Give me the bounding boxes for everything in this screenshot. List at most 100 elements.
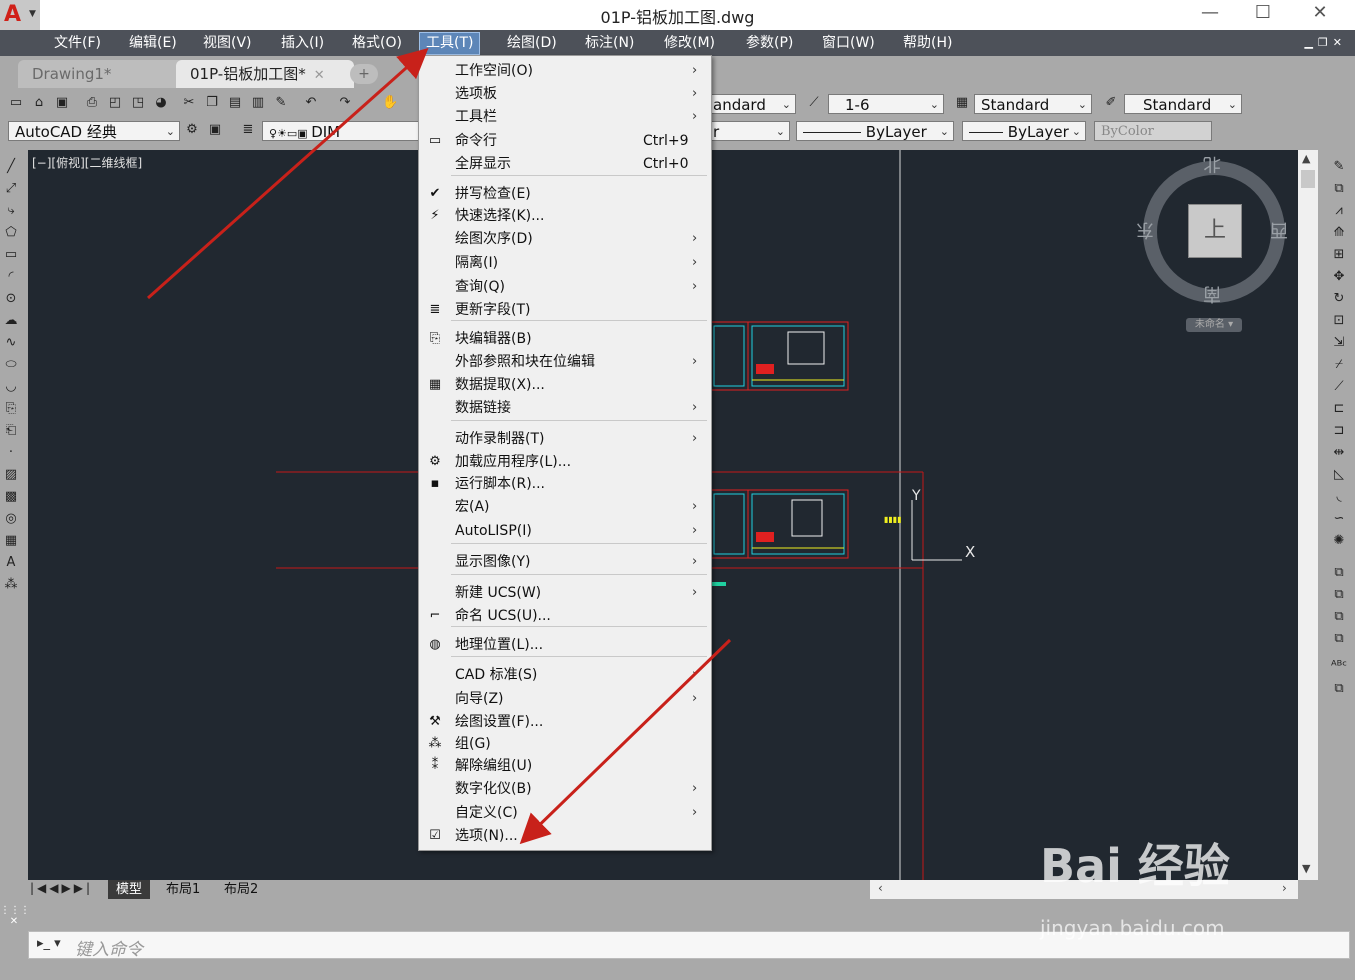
revision-cloud-icon[interactable]: ☁ bbox=[2, 312, 20, 330]
menu-tools[interactable]: 工具(T) bbox=[419, 32, 481, 55]
compass-south[interactable]: 南 bbox=[1203, 282, 1221, 308]
ellipse-arc-icon[interactable]: ◡ bbox=[2, 378, 20, 396]
vertical-scrollbar[interactable]: ▲ ▼ bbox=[1298, 150, 1318, 880]
menu-item[interactable]: ☑ 选项(N)... bbox=[419, 825, 711, 847]
menu-item[interactable]: ▦ 数据提取(X)... bbox=[419, 374, 711, 396]
scale-icon[interactable]: ⊡ bbox=[1330, 312, 1348, 330]
circle-icon[interactable]: ⊙ bbox=[2, 290, 20, 308]
arc-icon[interactable]: ◜ bbox=[2, 268, 20, 286]
pan-icon[interactable]: ✋ bbox=[382, 95, 398, 111]
send-back-icon[interactable]: ⧉ bbox=[1330, 586, 1348, 604]
text-front-icon[interactable]: ᴬᴮᶜ bbox=[1330, 658, 1348, 676]
menu-item[interactable]: 宏(A) › bbox=[419, 496, 711, 518]
table-icon[interactable]: ▦ bbox=[2, 532, 20, 550]
menu-item[interactable]: 工具栏 › bbox=[419, 106, 711, 128]
menu-item[interactable]: 绘图次序(D) › bbox=[419, 228, 711, 250]
extend-icon[interactable]: ⟋ bbox=[1330, 378, 1348, 396]
multileader-style-icon[interactable]: ✐ bbox=[1103, 95, 1119, 111]
spline-icon[interactable]: ∿ bbox=[2, 334, 20, 352]
close-button[interactable]: ✕ bbox=[1300, 2, 1340, 26]
point-icon[interactable]: · bbox=[2, 444, 20, 462]
menu-item[interactable]: 工作空间(O) › bbox=[419, 60, 711, 82]
ellipse-icon[interactable]: ⬭ bbox=[2, 356, 20, 374]
move-icon[interactable]: ✥ bbox=[1330, 268, 1348, 286]
explode-icon[interactable]: ✺ bbox=[1330, 532, 1348, 550]
polygon-icon[interactable]: ⬠ bbox=[2, 224, 20, 242]
menu-item[interactable]: ▭ 命令行 Ctrl+9 bbox=[419, 130, 711, 152]
tab-layout1[interactable]: 布局1 bbox=[158, 880, 208, 899]
fillet-icon[interactable]: ◟ bbox=[1330, 488, 1348, 506]
menu-item[interactable]: 向导(Z) › bbox=[419, 688, 711, 710]
menu-format[interactable]: 格式(O) bbox=[346, 33, 408, 54]
bring-above-icon[interactable]: ⧉ bbox=[1330, 608, 1348, 626]
mirror-icon[interactable]: ⩘ bbox=[1330, 202, 1348, 220]
offset-icon[interactable]: ⟰ bbox=[1330, 224, 1348, 242]
menu-item[interactable]: ≣ 更新字段(T) bbox=[419, 299, 711, 321]
rectangle-icon[interactable]: ▭ bbox=[2, 246, 20, 264]
break-icon[interactable]: ⊐ bbox=[1330, 422, 1348, 440]
scroll-down-icon[interactable]: ▼ bbox=[1302, 862, 1310, 875]
layer-manager-icon[interactable]: ≣ bbox=[240, 122, 256, 138]
save-icon[interactable]: ▣ bbox=[54, 95, 70, 111]
menu-item[interactable]: ⚒ 绘图设置(F)... bbox=[419, 711, 711, 733]
menu-parametric[interactable]: 参数(P) bbox=[740, 33, 799, 54]
publish-icon[interactable]: ◳ bbox=[130, 95, 146, 111]
polyline-icon[interactable]: ⤷ bbox=[2, 202, 20, 220]
layer-select[interactable]: ♀☀▭▣ DIM bbox=[262, 121, 422, 141]
close-icon[interactable]: ✕ bbox=[314, 68, 325, 83]
gear-icon[interactable]: ⚙ bbox=[184, 122, 200, 138]
gradient-icon[interactable]: ▩ bbox=[2, 488, 20, 506]
menu-item[interactable]: ▪ 运行脚本(R)... bbox=[419, 473, 711, 495]
trim-icon[interactable]: ⌿ bbox=[1330, 356, 1348, 374]
menu-file[interactable]: 文件(F) bbox=[48, 33, 107, 54]
command-prompt-icon[interactable]: ▸_ ▾ bbox=[37, 936, 61, 951]
menu-item[interactable]: 查询(Q) › bbox=[419, 276, 711, 298]
menu-window[interactable]: 窗口(W) bbox=[816, 33, 881, 54]
menu-view[interactable]: 视图(V) bbox=[197, 33, 258, 54]
region-icon[interactable]: ◎ bbox=[2, 510, 20, 528]
menu-item[interactable]: 显示图像(Y) › bbox=[419, 551, 711, 573]
redo-icon[interactable]: ↷ bbox=[337, 95, 353, 111]
menu-item[interactable]: ✔ 拼写检查(E) bbox=[419, 183, 711, 205]
scroll-thumb[interactable] bbox=[1301, 170, 1315, 188]
menu-draw[interactable]: 绘图(D) bbox=[501, 33, 563, 54]
table-style-icon[interactable]: ▦ bbox=[954, 95, 970, 111]
menu-item[interactable]: AutoLISP(I) › bbox=[419, 520, 711, 542]
join-icon[interactable]: ⇹ bbox=[1330, 444, 1348, 462]
menu-item[interactable]: 数据链接 › bbox=[419, 397, 711, 419]
tab-model[interactable]: 模型 bbox=[108, 880, 151, 899]
lineweight-select[interactable]: ByLayer ⌄ bbox=[962, 121, 1086, 141]
menu-help[interactable]: 帮助(H) bbox=[897, 33, 958, 54]
workspace-settings-icon[interactable]: ▣ bbox=[207, 122, 223, 138]
dimension-style-select[interactable]: andard ⌄ bbox=[706, 94, 796, 114]
paste-icon[interactable]: ▤ bbox=[227, 95, 243, 111]
cut-icon[interactable]: ✂ bbox=[181, 95, 197, 111]
scroll-left-icon[interactable]: ‹ bbox=[878, 881, 883, 895]
scroll-right-icon[interactable]: › bbox=[1282, 881, 1287, 895]
table-style-select[interactable]: Standard ⌄ bbox=[974, 94, 1092, 114]
undo-icon[interactable]: ↶ bbox=[303, 95, 319, 111]
viewcube-top-face[interactable]: 上 bbox=[1188, 204, 1242, 258]
tab-current-drawing[interactable]: 01P-铝板加工图* ✕ bbox=[176, 60, 354, 88]
menu-item[interactable]: 外部参照和块在位编辑 › bbox=[419, 351, 711, 373]
scale-select[interactable]: 1-6 ⌄ bbox=[828, 94, 944, 114]
send-under-icon[interactable]: ⧉ bbox=[1330, 630, 1348, 648]
command-line-grip[interactable]: ⋮⋮⋮ ✕ bbox=[0, 905, 30, 927]
menu-item[interactable]: ⁂ 组(G) bbox=[419, 733, 711, 755]
command-input[interactable]: 键入命令 bbox=[75, 935, 143, 960]
menu-insert[interactable]: 插入(I) bbox=[275, 33, 330, 54]
mdi-window-controls[interactable]: ▁❐✕ bbox=[1304, 36, 1347, 49]
erase-icon[interactable]: ✎ bbox=[1330, 158, 1348, 176]
make-block-icon[interactable]: ⎗ bbox=[2, 422, 20, 440]
layout-nav-arrows[interactable]: |◀◀▶▶| bbox=[30, 881, 93, 895]
menu-item[interactable]: 隔离(I) › bbox=[419, 252, 711, 274]
open-file-icon[interactable]: ⌂ bbox=[31, 95, 47, 111]
menu-item[interactable]: 数字化仪(B) › bbox=[419, 778, 711, 800]
construction-line-icon[interactable]: ⤢ bbox=[2, 180, 20, 198]
multiline-text-icon[interactable]: A bbox=[2, 554, 20, 572]
menu-item[interactable]: 选项板 › bbox=[419, 83, 711, 105]
color-select[interactable]: r ⌄ bbox=[706, 121, 790, 141]
menu-item[interactable]: 自定义(C) › bbox=[419, 802, 711, 824]
copy-object-icon[interactable]: ⧉ bbox=[1330, 180, 1348, 198]
annotation-front-icon[interactable]: ⧉ bbox=[1330, 680, 1348, 698]
